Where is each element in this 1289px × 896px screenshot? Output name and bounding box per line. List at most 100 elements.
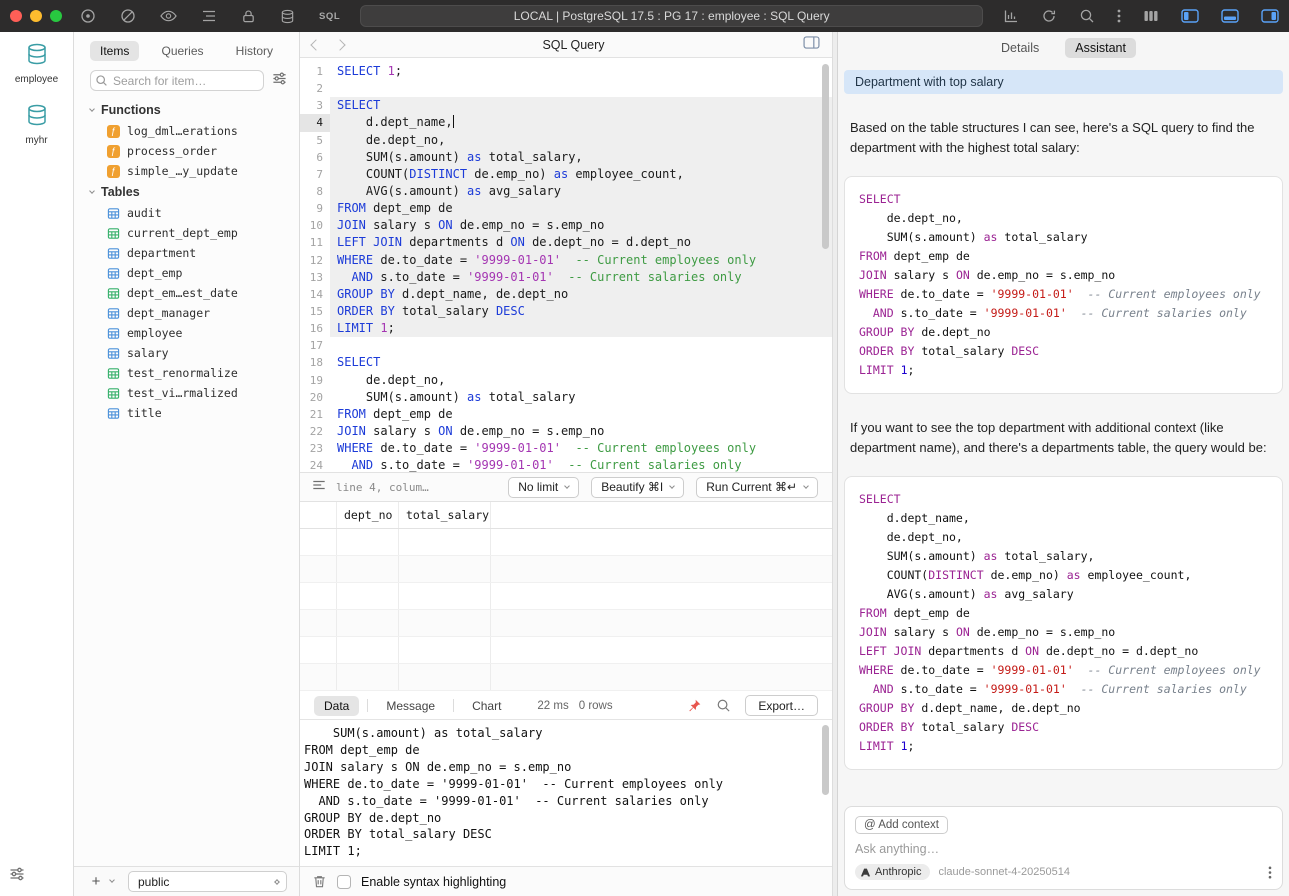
preferences-sliders-icon[interactable] [9, 866, 25, 887]
editor-line[interactable]: 6 SUM(s.amount) as total_salary, [300, 149, 832, 166]
editor-line[interactable]: 9FROM dept_emp de [300, 200, 832, 217]
tab-assistant[interactable]: Assistant [1065, 38, 1136, 58]
editor-line[interactable]: 11LEFT JOIN departments d ON de.dept_no … [300, 234, 832, 251]
table-row[interactable] [300, 583, 832, 610]
message-scrollbar[interactable] [822, 725, 829, 795]
editor-line[interactable]: 14GROUP BY d.dept_name, de.dept_no [300, 286, 832, 303]
search-input[interactable] [90, 70, 264, 91]
editor-line[interactable]: 24 AND s.to_date = '9999-01-01' -- Curre… [300, 457, 832, 472]
column-header-total-salary[interactable]: total_salary [399, 502, 491, 528]
layout-columns-icon[interactable] [1143, 8, 1159, 24]
format-icon[interactable] [312, 478, 326, 497]
editor-line[interactable]: 2 [300, 80, 832, 97]
trash-icon[interactable] [312, 874, 327, 889]
editor-line[interactable]: 12WHERE de.to_date = '9999-01-01' -- Cur… [300, 252, 832, 269]
editor-line[interactable]: 23WHERE de.to_date = '9999-01-01' -- Cur… [300, 440, 832, 457]
zoom-window-button[interactable] [50, 10, 62, 22]
tree-section-functions[interactable]: Functions [74, 99, 299, 121]
structure-list-icon[interactable] [201, 8, 217, 24]
run-current-button[interactable]: Run Current ⌘↵ [696, 477, 818, 498]
toggle-right-panel-icon[interactable] [1261, 9, 1279, 23]
tab-chart[interactable]: Chart [462, 696, 511, 716]
back-button[interactable] [312, 36, 320, 54]
sidebar-item-process-order[interactable]: process_order [74, 141, 299, 161]
editor-line[interactable]: 1SELECT 1; [300, 63, 832, 80]
connection-item-employee[interactable]: employee [0, 32, 73, 93]
table-row[interactable] [300, 529, 832, 556]
disconnect-icon[interactable] [120, 8, 136, 24]
table-row[interactable] [300, 610, 832, 637]
add-item-button[interactable] [88, 873, 104, 890]
sidebar-item-dept-emp[interactable]: dept_emp [74, 263, 299, 283]
schema-select[interactable]: public [128, 871, 287, 892]
editor-line[interactable]: 19 de.dept_no, [300, 372, 832, 389]
editor-line[interactable]: 3SELECT [300, 97, 832, 114]
tab-message[interactable]: Message [376, 696, 445, 716]
refresh-icon[interactable] [1041, 8, 1057, 24]
sidebar-item-test-vi-rmalized[interactable]: test_vi…rmalized [74, 383, 299, 403]
column-header-dept-no[interactable]: dept_no [337, 502, 399, 528]
tab-data[interactable]: Data [314, 696, 359, 716]
assistant-input[interactable] [855, 842, 1272, 856]
composer-menu-icon[interactable] [1268, 865, 1272, 880]
pin-icon[interactable] [687, 698, 702, 713]
editor-line[interactable]: 10JOIN salary s ON de.emp_no = s.emp_no [300, 217, 832, 234]
editor-line[interactable]: 7 COUNT(DISTINCT de.emp_no) as employee_… [300, 166, 832, 183]
beautify-button[interactable]: Beautify ⌘I [591, 477, 684, 498]
sql-editor[interactable]: 1SELECT 1;23SELECT4 d.dept_name,5 de.dep… [300, 58, 832, 472]
database-icon[interactable] [280, 9, 295, 24]
sidebar-item-department[interactable]: department [74, 243, 299, 263]
sidebar-item-simple-y-update[interactable]: simple_…y_update [74, 161, 299, 181]
split-panel-icon[interactable] [803, 36, 820, 54]
connect-target-icon[interactable] [80, 8, 96, 24]
editor-line[interactable]: 22JOIN salary s ON de.emp_no = s.emp_no [300, 423, 832, 440]
sidebar-tab-items[interactable]: Items [90, 41, 139, 61]
close-window-button[interactable] [10, 10, 22, 22]
tree-section-tables[interactable]: Tables [74, 181, 299, 203]
provider-select[interactable]: Anthropic [855, 864, 930, 880]
table-row[interactable] [300, 637, 832, 664]
toggle-left-panel-icon[interactable] [1181, 9, 1199, 23]
editor-line[interactable]: 13 AND s.to_date = '9999-01-01' -- Curre… [300, 269, 832, 286]
sidebar-item-title[interactable]: title [74, 403, 299, 423]
sidebar-item-salary[interactable]: salary [74, 343, 299, 363]
editor-line[interactable]: 20 SUM(s.amount) as total_salary [300, 389, 832, 406]
sidebar-tab-queries[interactable]: Queries [151, 41, 213, 61]
editor-line[interactable]: 17 [300, 337, 832, 354]
add-context-button[interactable]: @ Add context [855, 816, 948, 834]
add-item-chevron-icon[interactable] [109, 877, 115, 883]
connection-item-myhr[interactable]: myhr [0, 93, 73, 154]
sidebar-item-dept-manager[interactable]: dept_manager [74, 303, 299, 323]
forward-button[interactable] [336, 36, 344, 54]
search-icon[interactable] [1079, 8, 1095, 24]
editor-scrollbar[interactable] [822, 64, 829, 249]
filter-sliders-icon[interactable] [272, 71, 287, 91]
assistant-conversation-title[interactable]: Department with top salary [844, 70, 1283, 94]
toggle-bottom-panel-icon[interactable] [1221, 9, 1239, 23]
editor-line[interactable]: 18SELECT [300, 354, 832, 371]
table-row[interactable] [300, 664, 832, 691]
editor-line[interactable]: 8 AVG(s.amount) as avg_salary [300, 183, 832, 200]
search-results-icon[interactable] [716, 698, 731, 713]
editor-line[interactable]: 15ORDER BY total_salary DESC [300, 303, 832, 320]
export-button[interactable]: Export… [745, 695, 818, 716]
tab-details[interactable]: Details [991, 38, 1049, 58]
editor-line[interactable]: 16LIMIT 1; [300, 320, 832, 337]
sidebar-item-audit[interactable]: audit [74, 203, 299, 223]
editor-line[interactable]: 5 de.dept_no, [300, 132, 832, 149]
more-menu-icon[interactable] [1117, 8, 1121, 24]
sidebar-item-test-renormalize[interactable]: test_renormalize [74, 363, 299, 383]
minimize-window-button[interactable] [30, 10, 42, 22]
sidebar-item-employee[interactable]: employee [74, 323, 299, 343]
editor-line[interactable]: 21FROM dept_emp de [300, 406, 832, 423]
sidebar-item-dept-em-est-date[interactable]: dept_em…est_date [74, 283, 299, 303]
sidebar-tab-history[interactable]: History [226, 41, 283, 61]
sidebar-item-log-dml-erations[interactable]: log_dml…erations [74, 121, 299, 141]
table-row[interactable] [300, 556, 832, 583]
limit-select[interactable]: No limit [508, 477, 579, 498]
lock-icon[interactable] [241, 9, 256, 24]
syntax-highlighting-checkbox[interactable] [337, 875, 351, 889]
chart-icon[interactable] [1003, 8, 1019, 24]
sidebar-item-current-dept-emp[interactable]: current_dept_emp [74, 223, 299, 243]
editor-line[interactable]: 4 d.dept_name, [300, 114, 832, 131]
